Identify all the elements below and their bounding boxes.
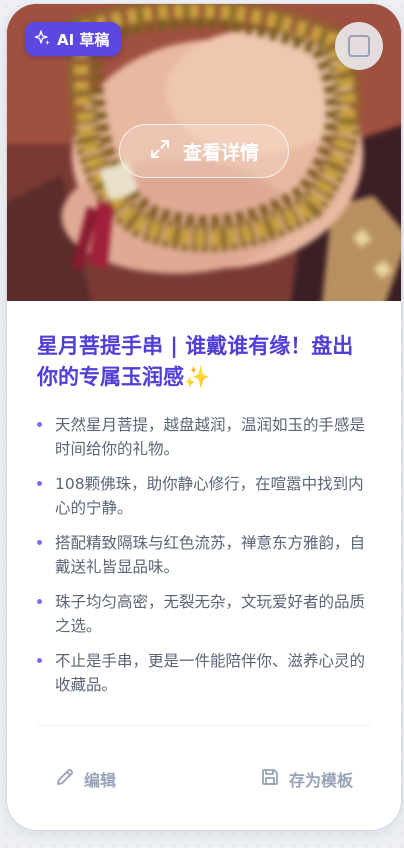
divider: [37, 725, 371, 726]
list-item-text: 搭配精致隔珠与红色流苏，禅意东方雅韵，自戴送礼皆显品味。: [55, 534, 366, 576]
list-item-text: 不止是手串，更是一件能陪伴你、滋养心灵的收藏品。: [55, 652, 366, 694]
edit-label: 编辑: [84, 771, 117, 790]
bullet-dot: [37, 422, 42, 427]
ai-draft-label: AI 草稿: [57, 30, 110, 49]
bullet-dot: [37, 599, 42, 604]
feature-list: 天然星月菩提，越盘越润，温润如玉的手感是时间给你的礼物。 108颗佛珠，助你静心…: [37, 413, 371, 708]
checkbox-icon: [348, 35, 370, 57]
ai-draft-badge: AI 草稿: [25, 22, 122, 56]
list-item-text: 天然星月菩提，越盘越润，温润如玉的手感是时间给你的礼物。: [55, 416, 366, 458]
view-details-label: 查看详情: [182, 141, 259, 164]
list-item-text: 108颗佛珠，助你静心修行，在喧嚣中找到内心的宁静。: [55, 475, 364, 517]
list-item: 天然星月菩提，越盘越润，温润如玉的手感是时间给你的礼物。: [37, 413, 371, 461]
sparkle-icon: [34, 29, 51, 49]
list-item-text: 珠子均匀高密，无裂无杂，文玩爱好者的品质之选。: [55, 593, 366, 635]
save-icon: [260, 767, 280, 791]
pencil-icon: [55, 767, 75, 791]
save-template-label: 存为模板: [288, 771, 353, 790]
list-item: 搭配精致隔珠与红色流苏，禅意东方雅韵，自戴送礼皆显品味。: [37, 531, 371, 579]
list-item: 108颗佛珠，助你静心修行，在喧嚣中找到内心的宁静。: [37, 472, 371, 520]
card-actions: 编辑 存为模板: [7, 761, 401, 797]
select-checkbox-button[interactable]: [335, 22, 383, 70]
save-template-button[interactable]: 存为模板: [260, 761, 353, 797]
list-item: 不止是手串，更是一件能陪伴你、滋养心灵的收藏品。: [37, 649, 371, 697]
bullet-dot: [37, 481, 42, 486]
edit-button[interactable]: 编辑: [55, 761, 116, 797]
product-draft-card: AI 草稿 查看详情 星月菩提手串 | 谁戴谁有缘！盘出你的专属玉润感✨ 天然星…: [7, 4, 401, 830]
bullet-dot: [37, 540, 42, 545]
product-image[interactable]: AI 草稿 查看详情: [7, 4, 401, 301]
list-item: 珠子均匀高密，无裂无杂，文玩爱好者的品质之选。: [37, 590, 371, 638]
bullet-dot: [37, 658, 42, 663]
product-title: 星月菩提手串 | 谁戴谁有缘！盘出你的专属玉润感✨: [37, 334, 354, 389]
view-details-button[interactable]: 查看详情: [119, 124, 289, 178]
expand-icon: [149, 138, 171, 165]
